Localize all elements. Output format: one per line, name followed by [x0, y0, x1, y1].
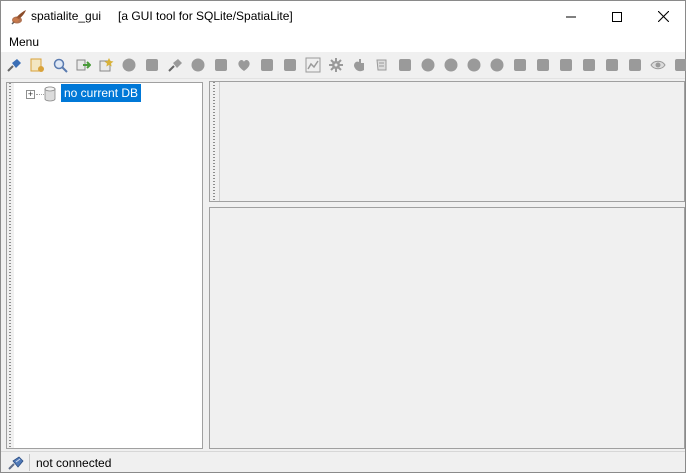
tool-h-icon: [583, 59, 595, 71]
tool-j-button[interactable]: [626, 56, 644, 74]
help-icon: [675, 59, 686, 71]
menu-item-menu[interactable]: Menu: [8, 35, 40, 49]
maximize-icon: [612, 11, 622, 22]
chart-icon: [305, 57, 321, 73]
memory-db-icon: [53, 58, 68, 73]
connect-db-icon: [7, 59, 21, 72]
export-db-button[interactable]: [74, 56, 92, 74]
tool-b-button[interactable]: [442, 56, 460, 74]
status-text: not connected: [36, 456, 112, 470]
vacuum-db-icon: [99, 58, 114, 72]
tool-b-icon: [444, 58, 458, 72]
panel-grip[interactable]: [210, 82, 218, 201]
chart-button[interactable]: [304, 56, 322, 74]
tool-a-button[interactable]: [419, 56, 437, 74]
hand-icon: [354, 59, 364, 72]
tool-g-icon: [560, 59, 572, 71]
load-xl-button[interactable]: [235, 56, 253, 74]
virtual-shp-icon: [191, 58, 205, 72]
app-feather-icon: [11, 10, 26, 25]
sql-script-button[interactable]: [143, 56, 161, 74]
vacuum-db-button[interactable]: [97, 56, 115, 74]
results-panel[interactable]: [209, 207, 685, 449]
tool-f-button[interactable]: [534, 56, 552, 74]
title-bar[interactable]: spatialite_gui [a GUI tool for SQLite/Sp…: [1, 1, 685, 32]
disconnect-icon: [122, 58, 136, 72]
window-title: spatialite_gui: [31, 9, 102, 23]
virtual-shp-button[interactable]: [189, 56, 207, 74]
tree-connector: [36, 94, 44, 95]
virtual-csv-icon: [215, 59, 227, 71]
network-icon: [284, 59, 296, 71]
virtual-csv-button[interactable]: [212, 56, 230, 74]
create-db-button[interactable]: [28, 56, 46, 74]
create-db-icon: [30, 58, 44, 72]
tool-d-icon: [490, 58, 504, 72]
close-icon: [657, 11, 669, 22]
disconnect-button[interactable]: [120, 56, 138, 74]
sql-editor-panel: [209, 81, 685, 202]
tool-i-button[interactable]: [603, 56, 621, 74]
tool-c-button[interactable]: [465, 56, 483, 74]
eye-button[interactable]: [649, 56, 667, 74]
load-shp-button[interactable]: [166, 56, 184, 74]
gear-button[interactable]: [327, 56, 345, 74]
connect-db-button[interactable]: [5, 56, 23, 74]
tool-d-button[interactable]: [488, 56, 506, 74]
tool-c-icon: [467, 58, 481, 72]
load-dbf-button[interactable]: [258, 56, 276, 74]
window-subtitle: [a GUI tool for SQLite/SpatiaLite]: [118, 9, 293, 23]
tool-h-button[interactable]: [580, 56, 598, 74]
table-button[interactable]: [396, 56, 414, 74]
tool-i-icon: [606, 59, 618, 71]
memory-db-button[interactable]: [51, 56, 69, 74]
tree-panel: + no current DB: [6, 82, 203, 449]
tool-g-button[interactable]: [557, 56, 575, 74]
sql-script-icon: [146, 59, 158, 71]
load-xl-icon: [238, 59, 250, 71]
hand-button[interactable]: [350, 56, 368, 74]
db-tree[interactable]: + no current DB: [14, 83, 202, 448]
status-bar: not connected: [1, 451, 685, 472]
script-icon: [376, 59, 387, 71]
gear-icon: [329, 58, 343, 72]
app-window: spatialite_gui [a GUI tool for SQLite/Sp…: [0, 0, 686, 473]
tree-root-label[interactable]: no current DB: [61, 84, 142, 102]
connection-status: [3, 453, 28, 472]
maximize-button[interactable]: [594, 1, 640, 32]
tree-expand-icon[interactable]: +: [26, 90, 35, 99]
table-icon: [399, 59, 411, 71]
tool-j-icon: [629, 59, 641, 71]
tool-f-icon: [537, 59, 549, 71]
status-divider: [29, 454, 30, 471]
load-dbf-icon: [261, 59, 273, 71]
load-shp-icon: [168, 59, 182, 72]
panel-grip[interactable]: [7, 83, 13, 448]
tool-e-button[interactable]: [511, 56, 529, 74]
sql-query-area[interactable]: [219, 82, 684, 201]
minimize-button[interactable]: [548, 1, 594, 32]
help-button[interactable]: [672, 56, 686, 74]
export-db-icon: [76, 59, 91, 71]
script-button[interactable]: [373, 56, 391, 74]
tool-a-icon: [421, 58, 435, 72]
tool-e-icon: [514, 59, 526, 71]
network-button[interactable]: [281, 56, 299, 74]
close-button[interactable]: [640, 1, 686, 32]
minimize-icon: [566, 16, 576, 17]
plug-icon: [7, 455, 24, 470]
eye-icon: [650, 60, 666, 70]
toolbar: [1, 52, 686, 79]
menu-bar: Menu: [1, 32, 685, 52]
database-icon: [44, 86, 56, 102]
